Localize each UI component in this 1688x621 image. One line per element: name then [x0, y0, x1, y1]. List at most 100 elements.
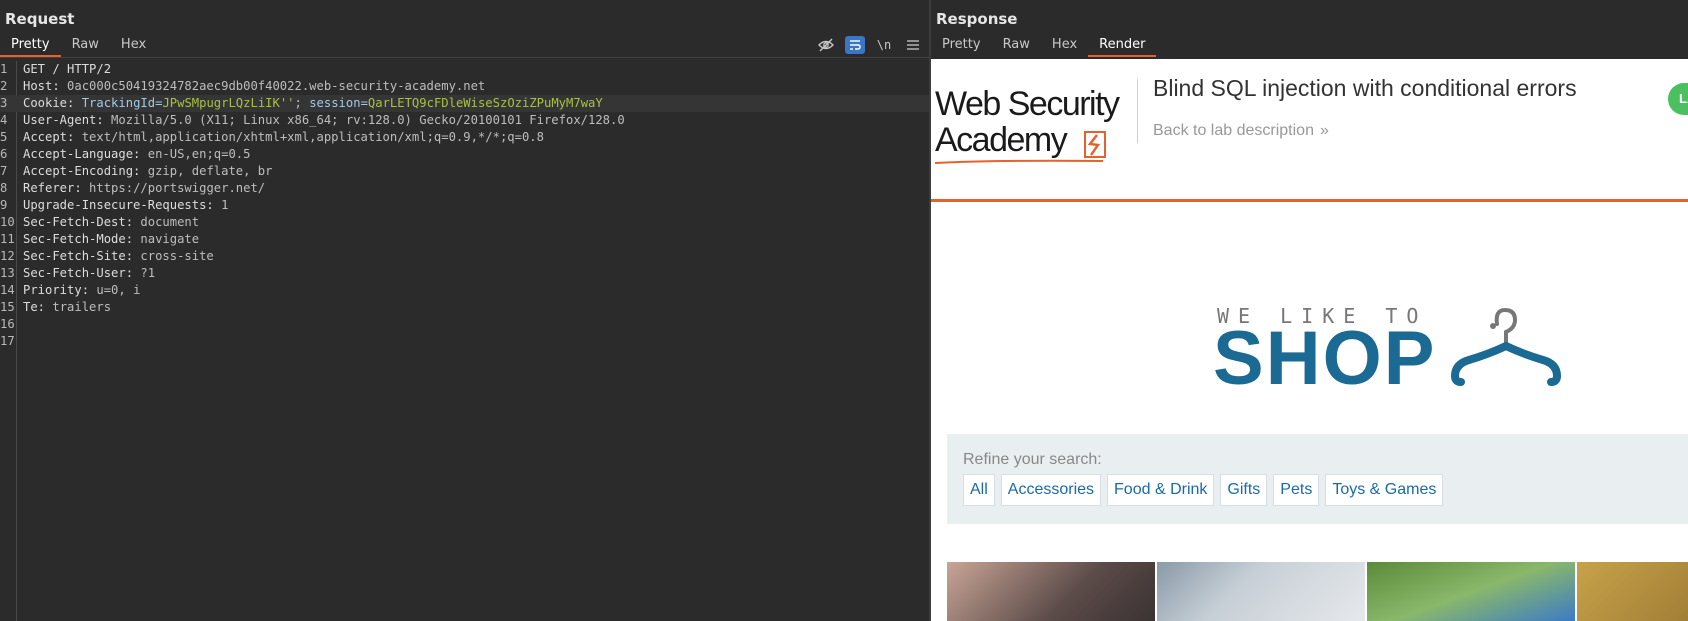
request-editor[interactable]: 1 GET / HTTP/2 2 Host: 0ac000c50419324782ae…: [0, 61, 929, 621]
line-number: 2: [0, 79, 8, 93]
line-number: 11: [0, 232, 15, 246]
request-line[interactable]: 8 Referer: https://portswigger.net/: [0, 180, 929, 197]
header-value: 0ac000c50419324782aec9db00f40022.web-sec…: [59, 79, 486, 93]
request-tab-hex[interactable]: Hex: [110, 35, 157, 57]
request-line[interactable]: 10 Sec-Fetch-Dest: document: [0, 214, 929, 231]
request-title: Request: [5, 10, 75, 28]
cookie-name: TrackingId=: [74, 96, 163, 110]
line-code: Sec-Fetch-Mode: navigate: [23, 231, 199, 248]
header-name: Accept-Encoding:: [23, 164, 141, 178]
filter-toys-games[interactable]: Toys & Games: [1325, 474, 1444, 506]
newline-toggle[interactable]: \n: [874, 36, 894, 54]
line-number: 4: [0, 113, 8, 127]
wrap-lines-icon[interactable]: [845, 36, 865, 54]
request-line[interactable]: 17: [0, 333, 929, 350]
line-number: 15: [0, 300, 15, 314]
request-line[interactable]: 15 Te: trailers: [0, 299, 929, 316]
line-code: User-Agent: Mozilla/5.0 (X11; Linux x86_…: [23, 112, 625, 129]
header-value: gzip, deflate, br: [140, 164, 273, 178]
product-image[interactable]: [1367, 562, 1575, 621]
header-name: Referer:: [23, 181, 82, 195]
line-number: 7: [0, 164, 8, 178]
header-name: GET / HTTP/2: [23, 62, 112, 76]
product-image[interactable]: [1577, 562, 1688, 621]
request-tabbar-divider: [0, 57, 929, 58]
response-pane: Response Pretty Raw Hex Render Web Security…: [931, 0, 1688, 621]
line-number: 16: [0, 317, 15, 331]
header-name: Upgrade-Insecure-Requests:: [23, 198, 214, 212]
line-number: 12: [0, 249, 15, 263]
request-line[interactable]: 2 Host: 0ac000c50419324782aec9db00f40022.…: [0, 78, 929, 95]
response-tabs: Pretty Raw Hex Render: [931, 35, 1157, 57]
line-code: Sec-Fetch-Site: cross-site: [23, 248, 214, 265]
hanger-icon: [1449, 306, 1562, 396]
request-toolbar: \n: [816, 36, 923, 54]
line-number: 8: [0, 181, 8, 195]
response-title: Response: [936, 10, 1018, 28]
request-line[interactable]: 12 Sec-Fetch-Site: cross-site: [0, 248, 929, 265]
response-tab-hex[interactable]: Hex: [1041, 35, 1088, 57]
response-tab-render[interactable]: Render: [1088, 35, 1157, 57]
lab-header: Web Security Academy Blind SQL injection…: [931, 59, 1688, 202]
eye-off-icon[interactable]: [816, 36, 836, 54]
request-line[interactable]: 7 Accept-Encoding: gzip, deflate, br: [0, 163, 929, 180]
header-value: text/html,application/xhtml+xml,applicat…: [74, 130, 544, 144]
line-code: Accept-Encoding: gzip, deflate, br: [23, 163, 272, 180]
header-name: Host:: [23, 79, 60, 93]
filter-pets[interactable]: Pets: [1273, 474, 1320, 506]
header-name: Sec-Fetch-Dest:: [23, 215, 134, 229]
product-image[interactable]: [947, 562, 1155, 621]
request-line[interactable]: 5 Accept: text/html,application/xhtml+xml…: [0, 129, 929, 146]
line-number: 3: [0, 96, 8, 110]
hamburger-menu-icon[interactable]: [903, 36, 923, 54]
response-tab-raw[interactable]: Raw: [992, 35, 1041, 57]
filter-food-drink[interactable]: Food & Drink: [1107, 474, 1215, 506]
request-line[interactable]: 9 Upgrade-Insecure-Requests: 1: [0, 197, 929, 214]
filter-all[interactable]: All: [963, 474, 995, 506]
request-line[interactable]: 3 Cookie: TrackingId=JPwSMpugrLQzLiIK''; …: [0, 95, 929, 112]
request-tab-pretty[interactable]: Pretty: [0, 35, 61, 57]
line-code: Referer: https://portswigger.net/: [23, 180, 265, 197]
cookie-separator: ;: [294, 96, 310, 110]
header-name: Priority:: [23, 283, 90, 297]
request-line[interactable]: 11 Sec-Fetch-Mode: navigate: [0, 231, 929, 248]
logo-line2: Academy: [935, 121, 1068, 159]
header-name: Sec-Fetch-Mode:: [23, 232, 134, 246]
product-image[interactable]: [1157, 562, 1365, 621]
product-image-row: [947, 562, 1688, 621]
request-line[interactable]: 6 Accept-Language: en-US,en;q=0.5: [0, 146, 929, 163]
category-filters: All Accessories Food & Drink Gifts Pets Toys …: [963, 474, 1444, 506]
request-tabs: Pretty Raw Hex: [0, 35, 157, 57]
filter-gifts[interactable]: Gifts: [1220, 474, 1268, 506]
request-line[interactable]: 16: [0, 316, 929, 333]
header-value: trailers: [45, 300, 112, 314]
lab-title: Blind SQL injection with conditional err…: [1153, 75, 1577, 101]
filter-accessories[interactable]: Accessories: [1000, 474, 1102, 506]
request-tab-raw[interactable]: Raw: [61, 35, 110, 57]
render-view: Web Security Academy Blind SQL injection…: [931, 59, 1688, 621]
header-name: Accept:: [23, 130, 75, 144]
line-number: 6: [0, 147, 8, 161]
header-name: Accept-Language:: [23, 147, 141, 161]
back-to-lab-link[interactable]: Back to lab description »: [1153, 122, 1329, 140]
line-code: Upgrade-Insecure-Requests: 1: [23, 197, 228, 214]
line-number: 9: [0, 198, 8, 212]
line-code: Sec-Fetch-Dest: document: [23, 214, 199, 231]
logo-separator: [1137, 79, 1138, 143]
line-code: Te: trailers: [23, 299, 111, 316]
line-number: 14: [0, 283, 15, 297]
header-value: ?1: [133, 266, 156, 280]
request-line[interactable]: 4 User-Agent: Mozilla/5.0 (X11; Linux x86…: [0, 112, 929, 129]
header-value: navigate: [133, 232, 200, 246]
request-line[interactable]: 1 GET / HTTP/2: [0, 61, 929, 78]
cookie-value: JPwSMpugrLQzLiIK'': [162, 96, 295, 110]
web-security-academy-logo: Web Security Academy: [934, 77, 1135, 169]
header-value: https://portswigger.net/: [81, 181, 266, 195]
line-number: 17: [0, 334, 15, 348]
response-tab-pretty[interactable]: Pretty: [931, 35, 992, 57]
line-number: 13: [0, 266, 15, 280]
header-value: document: [133, 215, 200, 229]
request-line[interactable]: 13 Sec-Fetch-User: ?1: [0, 265, 929, 282]
request-pane: Request Pretty Raw Hex \n 1 GET / HTTP/2 2 Ho…: [0, 0, 929, 621]
request-line[interactable]: 14 Priority: u=0, i: [0, 282, 929, 299]
